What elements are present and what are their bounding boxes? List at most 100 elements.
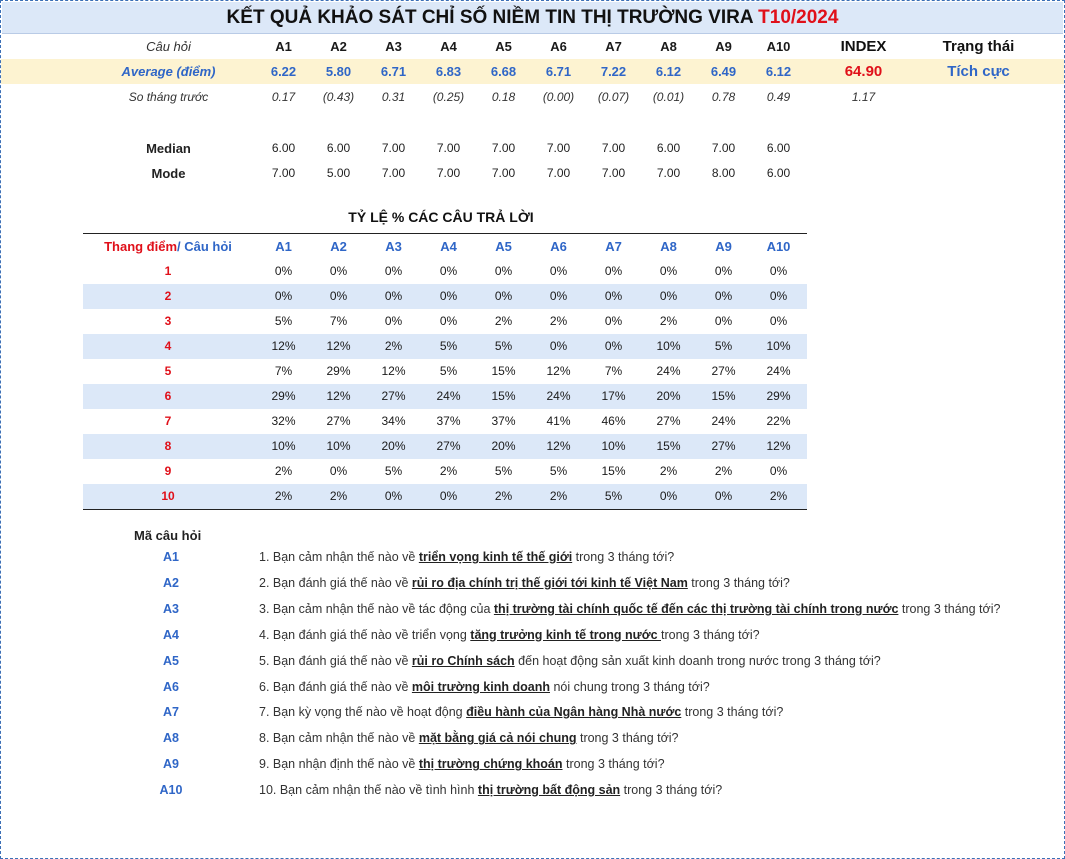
percent-cell: 20% (491, 439, 516, 453)
percent-cell: 2% (274, 489, 293, 503)
prev-month-row: So tháng trước 0.17 (0.43) 0.31 (0.25) 0… (1, 85, 1064, 110)
question-col-header: A9 (715, 39, 732, 54)
distribution-row: 5 7% 29% 12% 5% 15% 12% 7% 24% 27% 24% (83, 359, 807, 384)
distribution-row: 4 12% 12% 2% 5% 5% 0% 0% 10% 5% 10% (83, 334, 807, 359)
question-text-pre: 9. Bạn nhận định thế nào về (259, 757, 419, 772)
index-value: 64.90 (844, 63, 883, 80)
index-header: INDEX (840, 38, 887, 55)
median-value: 6.00 (326, 141, 351, 155)
percent-cell: 0% (604, 264, 623, 278)
average-label: Average (điểm) (121, 64, 216, 79)
percent-cell: 37% (436, 414, 461, 428)
mode-label: Mode (151, 166, 186, 181)
scale-label: 6 (164, 389, 172, 403)
percent-cell: 0% (604, 339, 623, 353)
mode-value: 8.00 (711, 166, 736, 180)
percent-cell: 24% (711, 414, 736, 428)
percent-cell: 27% (436, 439, 461, 453)
average-value: 6.68 (490, 64, 517, 79)
percent-cell: 24% (436, 389, 461, 403)
prev-month-value: 0.18 (491, 90, 516, 104)
percent-cell: 20% (381, 439, 406, 453)
mode-value: 7.00 (546, 166, 571, 180)
report-title-main: KẾT QUẢ KHẢO SÁT CHỈ SỐ NIỀM TIN THỊ TRƯ… (226, 7, 753, 28)
percent-cell: 0% (659, 489, 678, 503)
percent-cell: 24% (656, 364, 681, 378)
median-value: 7.00 (546, 141, 571, 155)
percent-cell: 7% (329, 314, 348, 328)
percent-cell: 0% (714, 289, 733, 303)
question-keyword: điều hành của Ngân hàng Nhà nước (466, 705, 682, 720)
average-value: 6.49 (710, 64, 737, 79)
question-keyword: mặt bằng giá cả nói chung (418, 731, 577, 746)
question-header: / Câu hỏi (177, 239, 232, 254)
mode-value: 7.00 (601, 166, 626, 180)
percent-cell: 2% (714, 464, 733, 478)
question-col-header: A1 (275, 39, 292, 54)
percent-cell: 0% (549, 289, 568, 303)
percent-cell: 5% (604, 489, 623, 503)
report-period: T10/2024 (758, 7, 839, 28)
median-value: 7.00 (381, 141, 406, 155)
question-code: A1 (163, 550, 179, 564)
mode-value: 6.00 (766, 166, 791, 180)
prev-month-label: So tháng trước (128, 90, 209, 104)
mode-value: 7.00 (271, 166, 296, 180)
percent-cell: 2% (549, 489, 568, 503)
percent-cell: 2% (384, 339, 403, 353)
percent-cell: 10% (766, 339, 791, 353)
percent-cell: 2% (274, 464, 293, 478)
percent-cell: 27% (656, 414, 681, 428)
percent-cell: 0% (714, 264, 733, 278)
mode-value: 7.00 (656, 166, 681, 180)
percent-cell: 5% (439, 339, 458, 353)
percent-cell: 24% (766, 364, 791, 378)
scale-label: 4 (164, 339, 172, 353)
percent-cell: 0% (384, 289, 403, 303)
distribution-title: TỶ LỆ % CÁC CÂU TRẢ LỜI (348, 209, 534, 225)
question-keyword: rủi ro Chính sách (411, 653, 515, 668)
percent-cell: 0% (439, 489, 458, 503)
question-col-header: A10 (766, 39, 791, 54)
question-code-row: A6 6. Bạn đánh giá thế nào về môi trường … (1, 675, 1064, 699)
percent-cell: 2% (494, 314, 513, 328)
percent-cell: 0% (494, 289, 513, 303)
percent-cell: 0% (769, 289, 788, 303)
percent-cell: 0% (659, 289, 678, 303)
percent-cell: 5% (714, 339, 733, 353)
percent-cell: 0% (274, 264, 293, 278)
mode-value: 5.00 (326, 166, 351, 180)
status-value: Tích cực (947, 63, 1010, 80)
question-text: 1. Bạn cảm nhận thế nào về triển vọng ki… (259, 545, 674, 569)
percent-cell: 15% (491, 364, 516, 378)
percent-cell: 2% (439, 464, 458, 478)
prev-month-value: (0.00) (542, 90, 575, 104)
summary-header-row: Câu hỏi A1 A2 A3 A4 A5 A6 A7 A8 A9 A10 I… (1, 34, 1064, 59)
scale-header: Thang điểm (104, 239, 178, 254)
question-col-header: A10 (766, 239, 791, 254)
question-keyword: môi trường kinh doanh (411, 679, 550, 694)
question-text-pre: 5. Bạn đánh giá thế nào về (259, 653, 412, 668)
distribution-table: Thang điểm/ Câu hỏi A1 A2 A3 A4 A5 A6 A7… (83, 233, 807, 510)
distribution-row: 3 5% 7% 0% 0% 2% 2% 0% 2% 0% 0% (83, 309, 807, 334)
percent-cell: 15% (656, 439, 681, 453)
question-col-header: A6 (550, 39, 567, 54)
percent-cell: 12% (326, 389, 351, 403)
average-value: 7.22 (600, 64, 627, 79)
question-text: 10. Bạn cảm nhận thế nào về tình hình th… (259, 778, 722, 802)
question-code: A7 (163, 705, 179, 720)
question-text: 3. Bạn cảm nhận thế nào về tác động của … (259, 597, 1000, 621)
question-text: 2. Bạn đánh giá thế nào về rủi ro địa ch… (259, 571, 790, 595)
percent-cell: 5% (439, 364, 458, 378)
distribution-row: 10 2% 2% 0% 0% 2% 2% 5% 0% 0% 2% (83, 484, 807, 510)
percent-cell: 12% (326, 339, 351, 353)
question-text-pre: 4. Bạn đánh giá thế nào về triển vọng (259, 627, 471, 642)
distribution-row: 1 0% 0% 0% 0% 0% 0% 0% 0% 0% 0% (83, 259, 807, 284)
spreadsheet-sheet: KẾT QUẢ KHẢO SÁT CHỈ SỐ NIỀM TIN THỊ TRƯ… (0, 0, 1065, 859)
percent-cell: 12% (766, 439, 791, 453)
distribution-row: 8 10% 10% 20% 27% 20% 12% 10% 15% 27% 12% (83, 434, 807, 459)
distribution-row: 9 2% 0% 5% 2% 5% 5% 15% 2% 2% 0% (83, 459, 807, 484)
percent-cell: 5% (494, 464, 513, 478)
question-text-post: đến hoạt động sản xuất kinh doanh trong … (514, 653, 881, 668)
percent-cell: 27% (381, 389, 406, 403)
